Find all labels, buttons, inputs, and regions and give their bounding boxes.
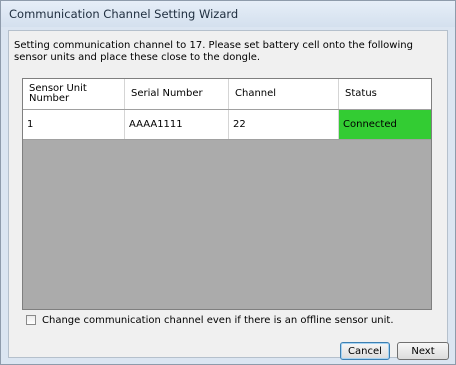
column-header-label: Status	[345, 88, 377, 99]
window-title: Communication Channel Setting Wizard	[9, 7, 239, 21]
title-bar[interactable]: Communication Channel Setting Wizard	[1, 1, 455, 27]
sensor-unit-table: Sensor Unit Number Serial Number Channel…	[22, 78, 432, 310]
column-header-label: Serial Number	[131, 88, 203, 99]
cancel-button[interactable]: Cancel	[340, 342, 390, 360]
offline-checkbox-label[interactable]: Change communication channel even if the…	[42, 314, 394, 327]
offline-checkbox[interactable]	[26, 315, 36, 325]
instructions-text: Setting communication channel to 17. Ple…	[14, 40, 413, 63]
cell-sensor-unit-number: 1	[23, 110, 125, 139]
column-header-status[interactable]: Status	[339, 79, 431, 109]
cell-serial-number: AAAA1111	[125, 110, 229, 139]
status-badge: Connected	[339, 110, 431, 139]
column-header-label: Channel	[235, 88, 277, 99]
column-header-serial-number[interactable]: Serial Number	[125, 79, 229, 109]
table-row[interactable]: 1 AAAA1111 22 Connected	[23, 110, 431, 140]
column-header-channel[interactable]: Channel	[229, 79, 339, 109]
column-header-label: Sensor Unit Number	[29, 83, 87, 104]
table-header: Sensor Unit Number Serial Number Channel…	[23, 79, 431, 110]
next-button[interactable]: Next	[397, 342, 449, 360]
cell-channel: 22	[229, 110, 339, 139]
column-header-sensor-unit-number[interactable]: Sensor Unit Number	[23, 79, 125, 109]
